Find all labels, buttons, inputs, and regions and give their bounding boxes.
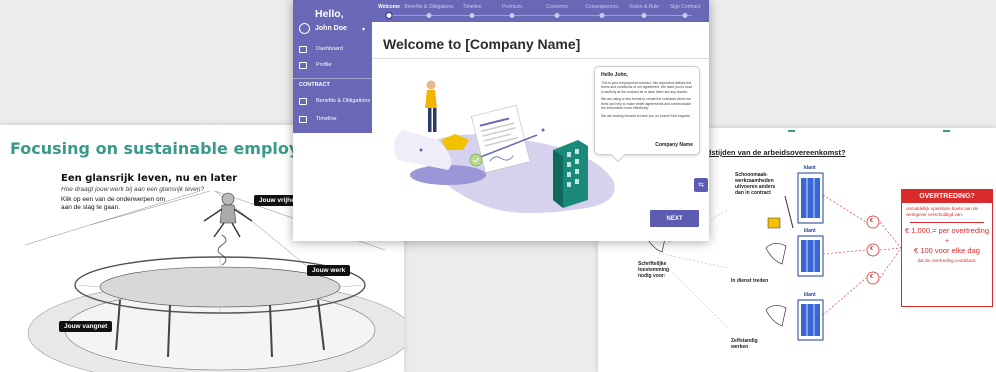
overtreding-title: OVERTREDING? <box>902 190 992 203</box>
overtreding-box: OVERTREDING? onmiddellijk opeisbare boet… <box>901 189 993 307</box>
topic-vangnet-button[interactable]: Jouw vangnet <box>59 321 113 332</box>
step-vision[interactable]: Vision & Rule <box>629 4 659 10</box>
overtreding-amount-2-suffix: dat de overtreding voortduurt. <box>917 257 977 263</box>
overtreding-amount-2: € 100 voor elke dag <box>914 245 980 255</box>
translate-icon[interactable]: ⇆ <box>694 178 708 192</box>
step-benefits[interactable]: Benefits & Obligations <box>404 4 453 10</box>
letter-paragraph: We are looking forward to have you on bo… <box>601 113 691 118</box>
sidebar-item-label: Timeline <box>316 116 337 122</box>
overtreding-plus: + <box>944 237 950 245</box>
contract-page-icon <box>765 305 787 327</box>
sidebar-item-timeline[interactable]: Timeline <box>293 112 372 126</box>
company-building-icon <box>553 140 588 208</box>
step-consequences[interactable]: Consequences <box>585 4 618 10</box>
chevron-down-icon[interactable]: ▾ <box>362 26 365 33</box>
sidebar-item-label: Dashboard <box>316 46 343 52</box>
topic-werk-button[interactable]: Jouw werk <box>307 265 351 276</box>
label-dienst: In dienst treden <box>731 278 769 284</box>
greeting: Hello, <box>315 8 344 20</box>
letter-paragraph: We are using a new format to create the … <box>601 97 692 111</box>
sidebar-item-label: Benefits & Obligations <box>316 98 371 104</box>
user-name[interactable]: John Doe <box>315 25 347 32</box>
label-klant: klant <box>804 165 816 171</box>
sidebar-item-dashboard[interactable]: Dashboard <box>293 42 372 56</box>
letter-signature: Company Name <box>655 142 693 148</box>
jumper-head-icon <box>221 192 235 206</box>
building-icon <box>797 235 824 277</box>
calendar-icon <box>299 115 307 123</box>
benefits-icon <box>299 97 307 105</box>
label-zelfstandig: Zelfstandig werken <box>731 338 758 350</box>
person-head-icon <box>426 80 436 90</box>
step-premium[interactable]: Premium <box>502 4 522 10</box>
section-subtitle: Hoe draagt jouw werk bij aan een glansri… <box>61 186 205 193</box>
step-timeline[interactable]: Timeline <box>463 4 482 10</box>
sidebar-section-title: CONTRACT <box>299 82 330 88</box>
dashboard-icon <box>299 45 307 53</box>
letter-greeting: Hello John, <box>601 72 628 78</box>
profile-icon <box>299 61 307 69</box>
sidebar: Hello, John Doe ▾ Dashboard Profile CONT… <box>293 0 372 133</box>
contract-page-icon <box>765 243 787 265</box>
step-welcome[interactable]: Welcome <box>378 4 400 10</box>
sidebar-item-benefits[interactable]: Benefits & Obligations <box>293 94 372 108</box>
sidebar-item-label: Profile <box>316 62 332 68</box>
sidebar-item-profile[interactable]: Profile <box>293 58 372 72</box>
next-button[interactable]: NEXT <box>650 210 699 227</box>
euro-symbol: € <box>870 218 874 224</box>
label-klant: klant <box>804 292 816 298</box>
instruction-text: Klik op een van de onderwerpen om aan de… <box>61 196 166 212</box>
step-sign-contract[interactable]: Sign Contract <box>670 4 700 10</box>
overtreding-amount-1: € 1.000,= per overtreding <box>904 226 990 236</box>
overtreding-text: onmiddellijk opeisbare boete aan de werk… <box>906 206 979 217</box>
step-concerns[interactable]: Concerns <box>546 4 567 10</box>
page-title: Welcome to [Company Name] <box>383 36 581 52</box>
step-current-icon <box>385 12 393 19</box>
label-klant: klant <box>804 228 816 234</box>
progress-stepper: Welcome Benefits & Obligations Timeline … <box>372 0 709 22</box>
section-heading: Een glansrijk leven, nu en later <box>61 173 238 184</box>
contract-app-window: Hello, John Doe ▾ Dashboard Profile CONT… <box>293 0 709 241</box>
check-coin-icon <box>469 153 483 167</box>
letter-paragraph: This is your employment contract, this d… <box>601 81 692 94</box>
welcome-letter: Hello John, This is your employment cont… <box>594 66 700 163</box>
euro-symbol: € <box>870 274 874 280</box>
building-icon <box>797 172 824 224</box>
label-schoonmaak: Schoonmaak- werkzaamheden uitvoeren ande… <box>735 172 776 196</box>
user-avatar-icon <box>299 23 310 34</box>
label-schriftelijk: Schriftelijke toestemming nodig voor: <box>638 261 670 279</box>
building-icon <box>797 299 824 341</box>
euro-symbol: € <box>870 246 874 252</box>
